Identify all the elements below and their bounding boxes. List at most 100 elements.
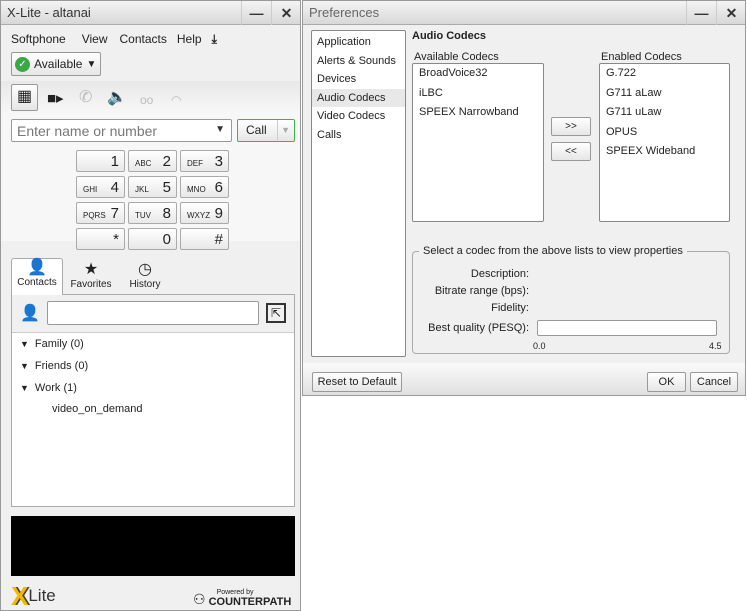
key-digit: # bbox=[214, 231, 223, 248]
popout-icon[interactable]: ⇱ bbox=[266, 303, 286, 323]
preferences-titlebar: Preferences bbox=[303, 1, 745, 25]
key-letters: DEF bbox=[187, 159, 203, 168]
video-camera-icon[interactable]: ■▸ bbox=[47, 89, 64, 107]
keypad-key[interactable]: GHI 4 bbox=[76, 176, 125, 198]
reset-to-default-button[interactable]: Reset to Default bbox=[312, 372, 402, 392]
codec-item[interactable]: G711 aLaw bbox=[600, 84, 729, 104]
scale-min: 0.0 bbox=[533, 341, 546, 351]
tab-history[interactable]: ◷ History bbox=[121, 261, 169, 290]
group-title: Select a codec from the above lists to v… bbox=[419, 245, 687, 257]
key-digit: 6 bbox=[214, 179, 223, 196]
nav-item[interactable]: Devices bbox=[312, 70, 405, 89]
keypad-key[interactable]: WXYZ 9 bbox=[180, 202, 229, 224]
bitrate-label: Bitrate range (bps): bbox=[434, 285, 529, 297]
contact-search-input[interactable] bbox=[47, 301, 259, 325]
description-label: Description: bbox=[470, 268, 529, 280]
keypad-key[interactable]: MNO 6 bbox=[180, 176, 229, 198]
available-label: Available Codecs bbox=[414, 51, 499, 63]
call-dropdown-icon[interactable]: ▼ bbox=[277, 120, 290, 140]
tab-contacts[interactable]: 👤 Contacts bbox=[11, 258, 63, 295]
contact-item[interactable]: video_on_demand bbox=[12, 401, 294, 417]
chevron-down-icon[interactable]: ▼ bbox=[215, 124, 225, 135]
call-button[interactable]: Call ▼ bbox=[237, 119, 295, 142]
add-contact-icon[interactable]: 👤 bbox=[20, 303, 40, 323]
keypad-key[interactable]: ABC 2 bbox=[128, 150, 177, 172]
chevron-down-icon: ▼ bbox=[20, 361, 29, 371]
minimize-button[interactable]: — bbox=[686, 1, 716, 25]
keypad-key[interactable]: * bbox=[76, 228, 125, 250]
key-digit: 0 bbox=[162, 231, 171, 248]
codec-item[interactable]: OPUS bbox=[600, 123, 729, 143]
video-area bbox=[11, 516, 295, 576]
add-codec-button[interactable]: >> bbox=[551, 117, 591, 136]
menu-contacts[interactable]: Contacts bbox=[120, 32, 167, 47]
keypad-toggle-button[interactable]: ▦ bbox=[11, 84, 38, 111]
keypad-key[interactable]: JKL 5 bbox=[128, 176, 177, 198]
status-label: Available bbox=[34, 57, 83, 71]
menu-help[interactable]: Help bbox=[177, 32, 202, 47]
contact-group[interactable]: ▼ Family (0) bbox=[12, 335, 294, 357]
keypad-key[interactable]: PQRS 7 bbox=[76, 202, 125, 224]
codec-item[interactable]: iLBC bbox=[413, 84, 543, 104]
nav-item[interactable]: Application bbox=[312, 33, 405, 52]
star-icon: ★ bbox=[83, 261, 99, 278]
menu-view[interactable]: View bbox=[82, 32, 108, 47]
key-letters: TUV bbox=[135, 211, 151, 220]
scale-max: 4.5 bbox=[709, 341, 722, 351]
chevron-down-icon: ▼ bbox=[20, 383, 29, 393]
codec-item[interactable]: G.722 bbox=[600, 64, 729, 84]
keypad-key[interactable]: DEF 3 bbox=[180, 150, 229, 172]
preferences-window: Preferences — ✕ Application Alerts & Soun… bbox=[302, 0, 746, 396]
nav-item[interactable]: Calls bbox=[312, 126, 405, 145]
brand-name: COUNTERPATH bbox=[208, 596, 292, 608]
contact-group[interactable]: ▼ Friends (0) bbox=[12, 357, 294, 379]
softphone-window: X-Lite - altanai — ✕ Softphone View Cont… bbox=[0, 0, 301, 611]
logo-text: Lite bbox=[28, 586, 56, 605]
chevron-down-icon: ▼ bbox=[20, 339, 29, 349]
window-title: Preferences bbox=[309, 5, 380, 20]
quality-label: Best quality (PESQ): bbox=[428, 322, 529, 334]
ok-button[interactable]: OK bbox=[647, 372, 686, 392]
key-digit: 5 bbox=[162, 179, 171, 196]
codec-item[interactable]: BroadVoice32 bbox=[413, 64, 543, 84]
codec-item[interactable]: G711 uLaw bbox=[600, 103, 729, 123]
status-dropdown[interactable]: ✓ Available ▼ bbox=[11, 52, 101, 76]
section-heading: Audio Codecs bbox=[412, 30, 486, 42]
nav-item[interactable]: Alerts & Sounds bbox=[312, 52, 405, 71]
key-letters: GHI bbox=[83, 185, 98, 194]
contact-group[interactable]: ▼ Work (1) bbox=[12, 379, 294, 401]
tab-label: History bbox=[129, 279, 161, 290]
remove-codec-button[interactable]: << bbox=[551, 142, 591, 161]
keypad-key[interactable]: 0 bbox=[128, 228, 177, 250]
minimize-button[interactable]: — bbox=[241, 1, 271, 25]
nav-item[interactable]: Video Codecs bbox=[312, 107, 405, 126]
tab-favorites[interactable]: ★ Favorites bbox=[67, 261, 115, 290]
dial-input[interactable]: Enter name or number ▼ bbox=[11, 119, 232, 142]
close-button[interactable]: ✕ bbox=[271, 1, 301, 25]
available-codecs-list[interactable]: BroadVoice32 iLBC SPEEX Narrowband bbox=[412, 63, 544, 222]
hangup-icon: ◠ bbox=[171, 93, 182, 107]
keypad-key[interactable]: 1 bbox=[76, 150, 125, 172]
group-label: Family (0) bbox=[34, 338, 84, 350]
dial-placeholder: Enter name or number bbox=[17, 123, 158, 139]
close-button[interactable]: ✕ bbox=[716, 1, 746, 25]
codec-item[interactable]: SPEEX Wideband bbox=[600, 142, 729, 162]
download-icon[interactable]: ⤓ bbox=[212, 32, 217, 47]
tab-label: Favorites bbox=[70, 279, 112, 290]
enabled-codecs-list[interactable]: G.722 G711 aLaw G711 uLaw OPUS SPEEX Wideban… bbox=[599, 63, 730, 222]
preferences-nav: Application Alerts & Sounds Devices Audio C… bbox=[311, 30, 406, 357]
group-label: Work (1) bbox=[34, 382, 77, 394]
key-digit: * bbox=[113, 231, 119, 248]
cancel-button[interactable]: Cancel bbox=[690, 372, 738, 392]
codec-item[interactable]: SPEEX Narrowband bbox=[413, 103, 543, 123]
menu-softphone[interactable]: Softphone bbox=[11, 32, 66, 47]
keypad-key[interactable]: # bbox=[180, 228, 229, 250]
key-digit: 8 bbox=[162, 205, 171, 222]
speaker-icon: 🔈 bbox=[107, 89, 127, 106]
key-digit: 3 bbox=[214, 153, 223, 170]
contacts-panel: 👤 ⇱ ▼ Family (0) ▼ Friends (0) ▼ Work (1) vide… bbox=[11, 294, 295, 507]
phone-icon: ✆ bbox=[79, 89, 93, 106]
nav-item[interactable]: Audio Codecs bbox=[312, 88, 405, 107]
key-letters: PQRS bbox=[83, 211, 106, 220]
keypad-key[interactable]: TUV 8 bbox=[128, 202, 177, 224]
